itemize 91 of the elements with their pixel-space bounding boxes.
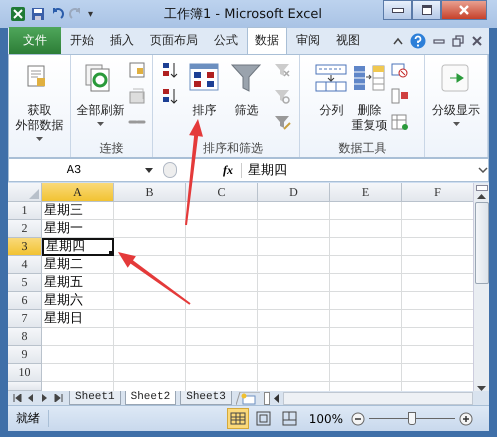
- ribbon-tab[interactable]: 公式: [207, 28, 245, 54]
- zoom-in-icon[interactable]: [459, 412, 473, 426]
- row-header[interactable]: 7: [8, 310, 42, 328]
- table-icon: [353, 63, 386, 93]
- ribbon-tab[interactable]: 页面布局: [143, 28, 205, 54]
- ribbon-tab[interactable]: 视图: [329, 28, 367, 54]
- row-header[interactable]: 8: [8, 328, 42, 346]
- ribbon-tab[interactable]: 插入: [103, 28, 141, 54]
- ribbon-button[interactable]: 删除 重复项: [351, 59, 388, 133]
- zoom-level[interactable]: 100%: [304, 412, 347, 426]
- row-header[interactable]: 3: [8, 238, 42, 256]
- split-handle[interactable]: [264, 392, 270, 404]
- row-header[interactable]: 2: [8, 220, 42, 238]
- vertical-scrollbar[interactable]: [473, 183, 489, 391]
- window-title: 工作簿1 - Microsoft Excel: [163, 6, 323, 23]
- restore-icon[interactable]: [452, 35, 464, 47]
- scroll-up-icon[interactable]: [477, 194, 486, 199]
- sheet-nav-icon[interactable]: [13, 394, 65, 402]
- close-button[interactable]: [441, 0, 487, 20]
- zoom-slider-thumb[interactable]: [408, 412, 416, 425]
- column-header[interactable]: E: [330, 183, 402, 202]
- sort-icon: [188, 63, 221, 93]
- sheet-tab[interactable]: Sheet2: [124, 391, 176, 405]
- row-header[interactable]: 1: [8, 202, 42, 220]
- help-icon[interactable]: [410, 33, 426, 49]
- scroll-left-icon[interactable]: [274, 394, 279, 402]
- columns-icon: [315, 63, 348, 93]
- ribbon-button[interactable]: 全部刷新: [76, 59, 124, 126]
- filter-icon: [230, 63, 263, 93]
- scrollbar-thumb[interactable]: [474, 202, 488, 284]
- ribbon-tab[interactable]: 审阅: [289, 28, 327, 54]
- sheet-icon[interactable]: [128, 87, 146, 105]
- zoom-out-icon[interactable]: [351, 412, 365, 426]
- column-header[interactable]: D: [258, 183, 330, 202]
- ribbon-tab[interactable]: 数据: [247, 27, 287, 54]
- expand-icon[interactable]: [478, 167, 488, 173]
- horizontal-scrollbar[interactable]: [282, 392, 473, 404]
- name-box[interactable]: A3: [9, 163, 139, 177]
- dropdown-arrow-icon[interactable]: [145, 168, 153, 172]
- sheet-tab[interactable]: Sheet3: [180, 391, 232, 405]
- status-text: 就绪: [8, 410, 49, 427]
- row-header[interactable]: 9: [8, 346, 42, 364]
- table-cell-text: 星期二: [43, 256, 84, 274]
- table-cell-text: 星期六: [43, 292, 84, 310]
- column-header[interactable]: F: [402, 183, 473, 202]
- column-header[interactable]: B: [114, 183, 186, 202]
- active-cell[interactable]: 星期四: [42, 238, 114, 256]
- maximize-button[interactable]: [412, 0, 441, 20]
- insert-function-button[interactable]: fx: [223, 162, 242, 178]
- close-icon: [459, 5, 469, 15]
- sort-ascending-icon[interactable]: [160, 61, 179, 79]
- group-label: 连接: [98, 140, 124, 157]
- customize-dropdown[interactable]: ▾: [88, 8, 94, 20]
- split-handle-icon[interactable]: [476, 185, 488, 191]
- filter-pencil-icon[interactable]: [272, 113, 291, 131]
- table-cell-text: 星期一: [43, 220, 84, 238]
- column-header[interactable]: C: [186, 183, 258, 202]
- resize-handle[interactable]: [163, 162, 177, 178]
- no-entry-icon[interactable]: [391, 61, 410, 79]
- ribbon-button[interactable]: 筛选: [230, 59, 263, 118]
- table-cell-text: 星期五: [43, 274, 84, 292]
- excel-logo-icon: [10, 6, 26, 22]
- fill-handle[interactable]: [109, 251, 113, 255]
- grid-icon[interactable]: [391, 113, 410, 131]
- row-header[interactable]: 5: [8, 274, 42, 292]
- table-cell-text: 星期三: [43, 202, 84, 220]
- row-header[interactable]: 4: [8, 256, 42, 274]
- file-tab[interactable]: 文件: [9, 27, 61, 54]
- table-cell-text: 星期日: [43, 310, 84, 328]
- formula-input[interactable]: 星期四: [248, 161, 472, 179]
- ribbon-button[interactable]: 分级显示: [432, 59, 480, 126]
- minimize-button[interactable]: [383, 0, 412, 20]
- group-label: 排序和筛选: [202, 140, 264, 157]
- ribbon-button[interactable]: 获取 外部数据: [15, 59, 64, 141]
- save-icon[interactable]: [31, 7, 45, 21]
- document-icon[interactable]: [128, 61, 146, 79]
- row-header[interactable]: 6: [8, 292, 42, 310]
- insert-sheet-icon[interactable]: [236, 392, 260, 404]
- group-label: 数据工具: [337, 140, 388, 157]
- sheet-tab[interactable]: Sheet1: [69, 391, 121, 405]
- column-header[interactable]: A: [42, 183, 114, 202]
- collapse-ribbon-icon[interactable]: [393, 37, 403, 45]
- ribbon-button[interactable]: 分列: [315, 59, 348, 118]
- row-header[interactable]: 10: [8, 364, 42, 382]
- ribbon-button[interactable]: 排序: [188, 59, 221, 118]
- close-icon[interactable]: [471, 35, 483, 47]
- sort-descending-icon[interactable]: [160, 87, 179, 105]
- ribbon-tab[interactable]: 开始: [63, 28, 101, 54]
- undo-icon[interactable]: [50, 7, 64, 21]
- consolidate-icon[interactable]: [391, 87, 410, 105]
- normal-view-icon[interactable]: [226, 408, 249, 429]
